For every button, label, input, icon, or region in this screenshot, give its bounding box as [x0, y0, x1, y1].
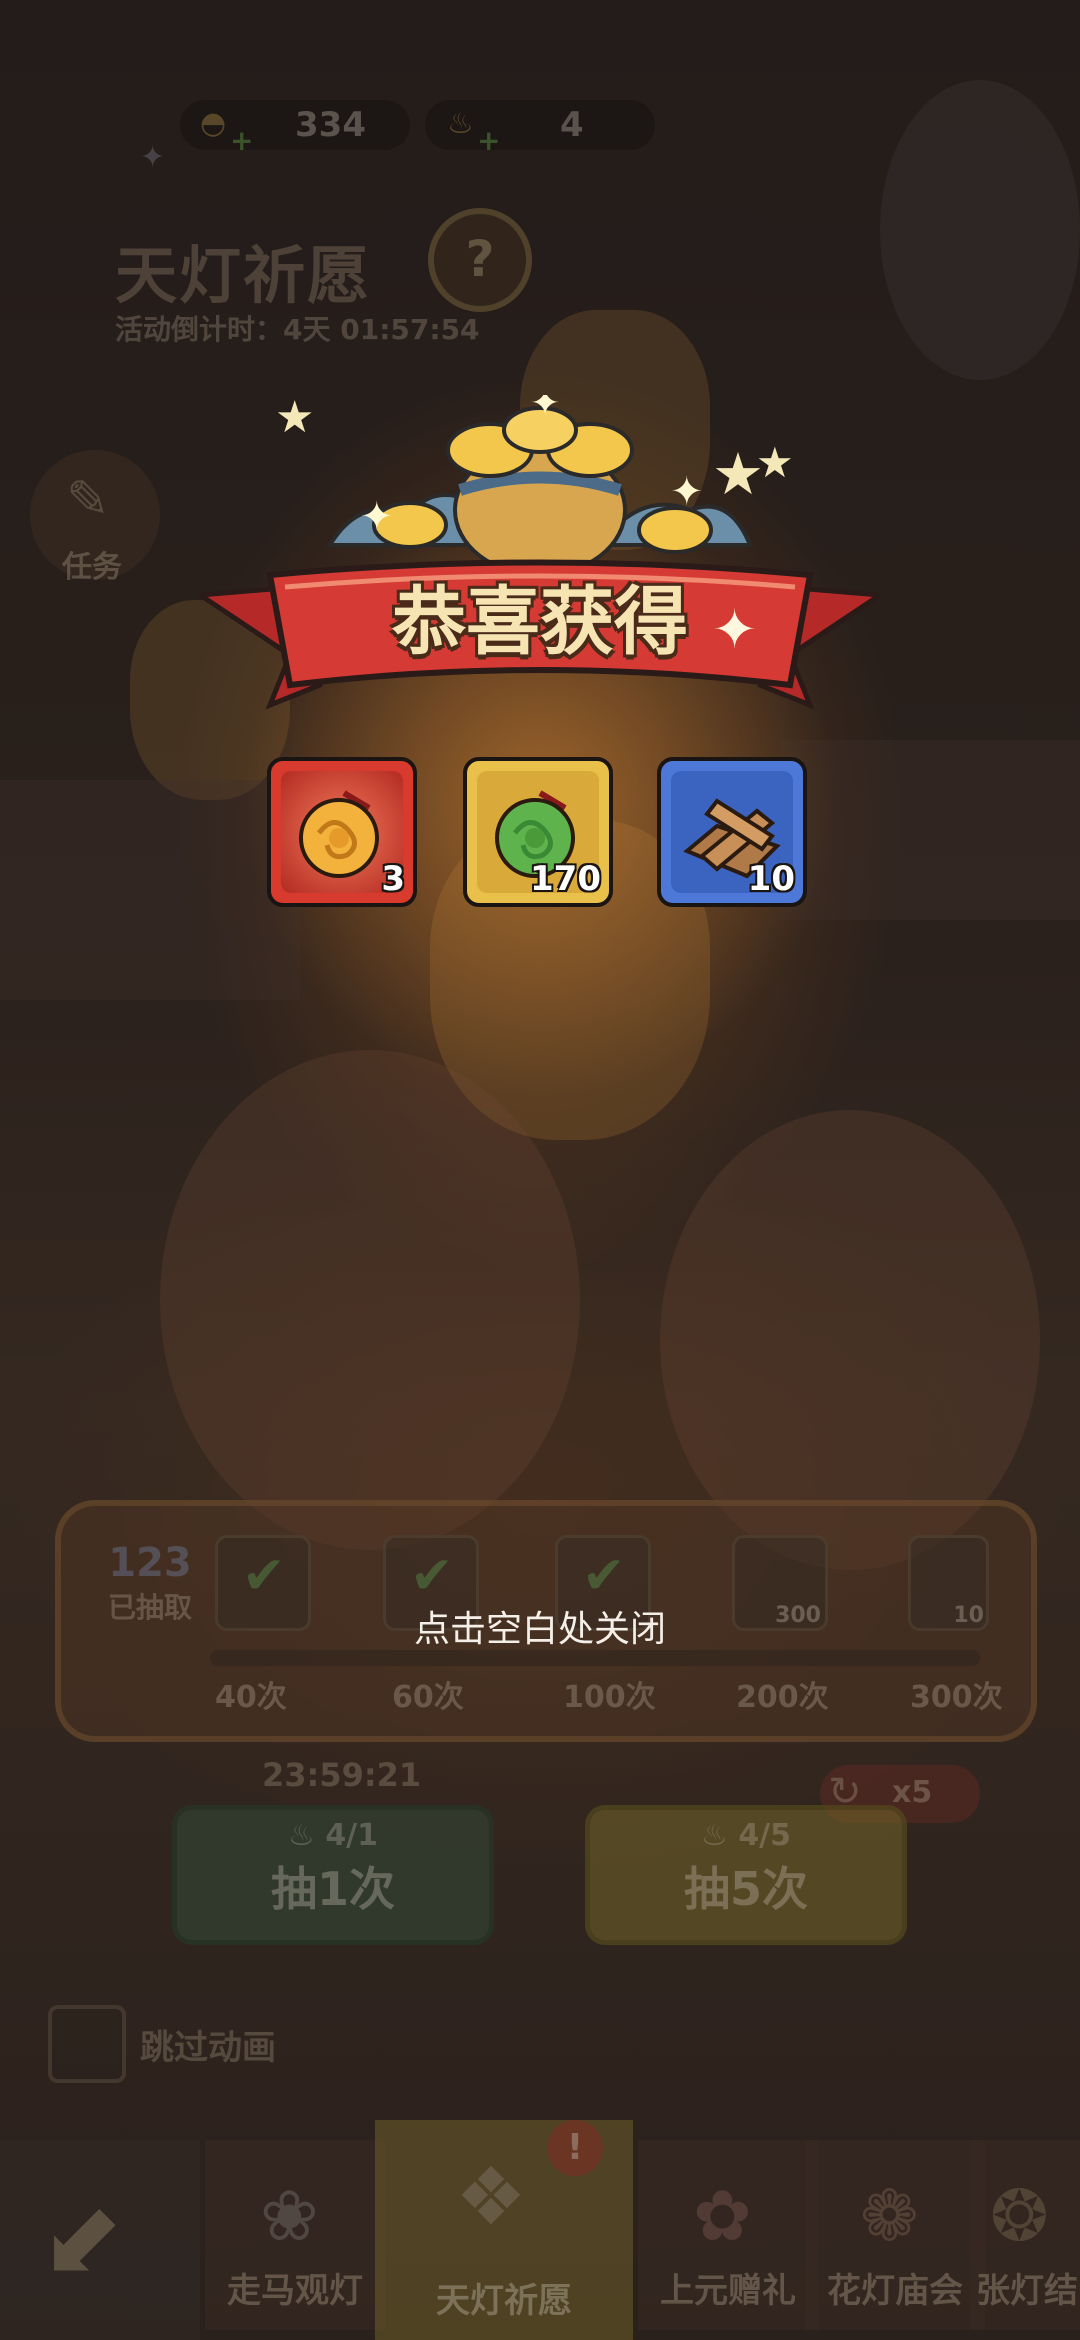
sparkle-star-icon: ★: [275, 392, 315, 443]
close-hint-text[interactable]: 点击空白处关闭: [0, 1600, 1080, 1652]
reward-item-green-jade[interactable]: 170: [463, 757, 613, 907]
sparkle-icon: ✦: [712, 598, 758, 661]
reward-count: 10: [747, 859, 795, 899]
sparkle-star-icon: ★: [756, 438, 794, 487]
reward-item-golden-jade[interactable]: 3: [267, 757, 417, 907]
svg-text:✦: ✦: [360, 494, 394, 540]
treasure-bag-icon: ✦ ✦ ✦: [326, 395, 753, 575]
reward-count: 170: [530, 859, 601, 899]
close-overlay[interactable]: [0, 0, 1080, 2340]
svg-text:✦: ✦: [530, 395, 560, 424]
svg-text:✦: ✦: [670, 469, 704, 515]
reward-item-wood[interactable]: 10: [657, 757, 807, 907]
congrats-title: 恭喜获得: [392, 579, 688, 665]
reward-count: 3: [381, 859, 405, 899]
